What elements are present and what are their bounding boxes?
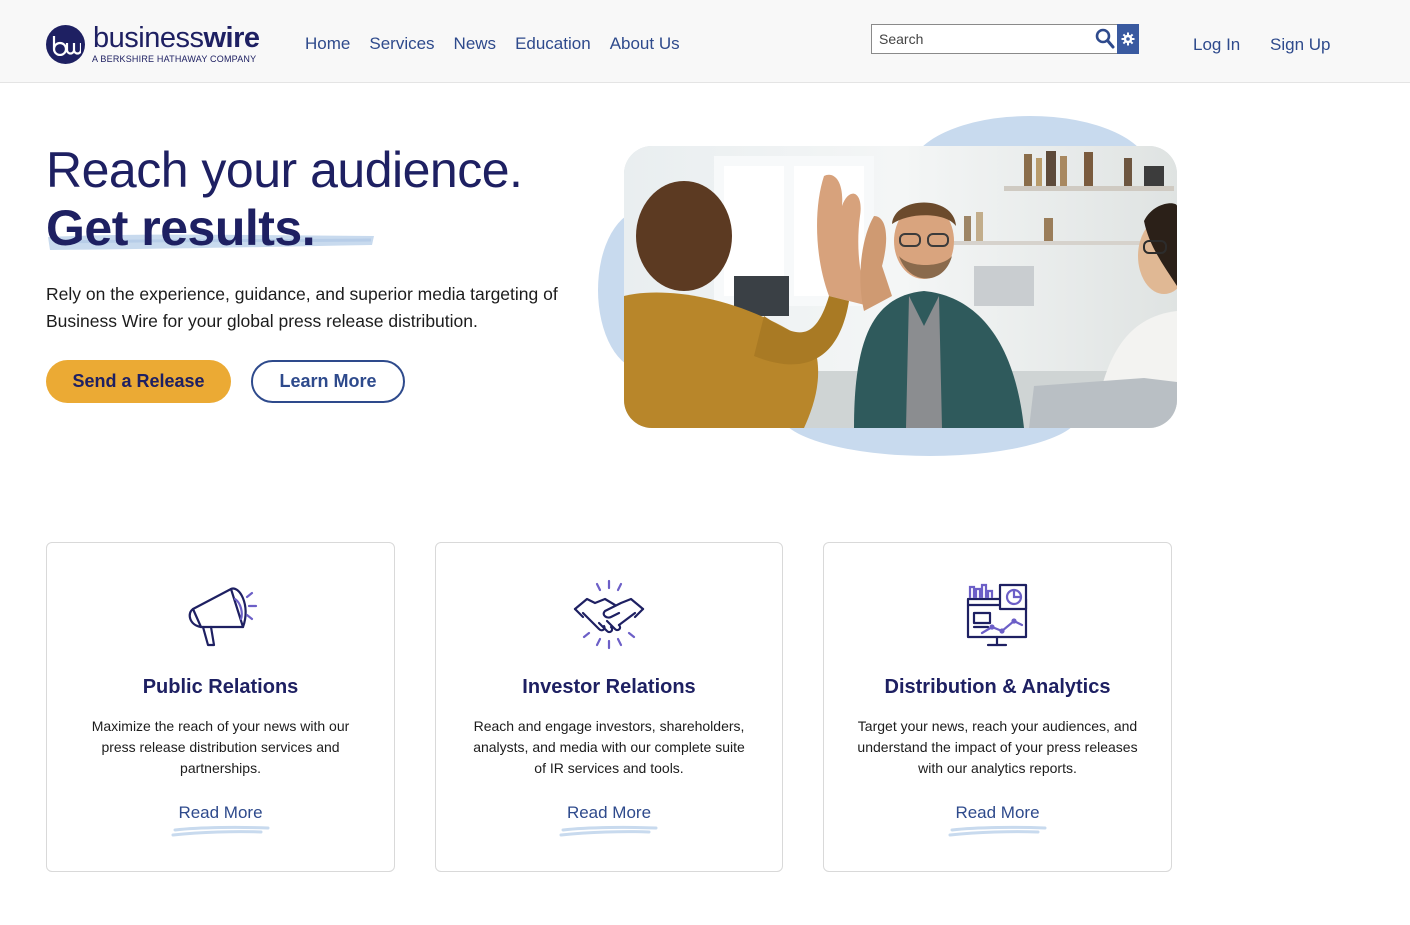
nav-news[interactable]: News (454, 34, 497, 54)
logo-wordmark: businesswire (93, 22, 260, 54)
site-header: businesswire A BERKSHIRE HATHAWAY COMPAN… (0, 0, 1410, 83)
link-underline-swoosh (171, 825, 269, 837)
main-nav: Home Services News Education About Us (305, 34, 680, 54)
megaphone-icon (188, 587, 257, 647)
link-underline-swoosh (948, 825, 1046, 837)
card-title: Public Relations (142, 676, 299, 698)
hero-description: Rely on the experience, guidance, and su… (46, 284, 558, 331)
card-description: Reach and engage investors, shareholders… (473, 718, 745, 776)
card-public-relations: Public Relations Maximize the reach of y… (46, 542, 395, 872)
card-distribution-analytics: Distribution & Analytics Target your new… (823, 542, 1172, 872)
search-settings-button[interactable] (1117, 24, 1139, 54)
nav-services[interactable]: Services (369, 34, 434, 54)
nav-about-us[interactable]: About Us (610, 34, 680, 54)
businesswire-logo[interactable]: businesswire A BERKSHIRE HATHAWAY COMPAN… (46, 22, 276, 69)
read-more-link[interactable]: Read More (436, 803, 782, 823)
read-more-link[interactable]: Read More (824, 803, 1171, 823)
card-title: Distribution & Analytics (884, 676, 1111, 698)
nav-education[interactable]: Education (515, 34, 591, 54)
signup-link[interactable]: Sign Up (1270, 35, 1330, 55)
search-box (871, 24, 1139, 54)
link-underline-swoosh (559, 825, 658, 837)
high-five-office-illustration (624, 146, 1177, 428)
nav-home[interactable]: Home (305, 34, 350, 54)
search-icon[interactable] (1095, 28, 1115, 50)
card-investor-relations: Investor Relations Reach and engage inve… (435, 542, 783, 872)
bw-logo-mark (46, 25, 85, 64)
card-description: Target your news, reach your audiences, … (857, 718, 1138, 776)
hero-title-line1: Reach your audience. (46, 142, 523, 198)
login-link[interactable]: Log In (1193, 35, 1240, 55)
card-description: Maximize the reach of your news with our… (91, 718, 350, 776)
search-input[interactable] (872, 25, 1092, 53)
logo-tagline: A BERKSHIRE HATHAWAY COMPANY (92, 54, 257, 64)
learn-more-button[interactable]: Learn More (251, 360, 405, 403)
handshake-icon (573, 579, 645, 650)
hero-photo (624, 146, 1177, 428)
send-release-button[interactable]: Send a Release (46, 360, 231, 403)
hero-title-line2: Get results. (46, 200, 316, 256)
hero-title: Reach your audience. Get results. (46, 141, 523, 257)
read-more-link[interactable]: Read More (47, 803, 394, 823)
gear-icon (1121, 32, 1135, 46)
bw-monogram-icon (52, 35, 81, 56)
analytics-dashboard-icon (966, 583, 1027, 647)
card-title: Investor Relations (522, 676, 696, 698)
